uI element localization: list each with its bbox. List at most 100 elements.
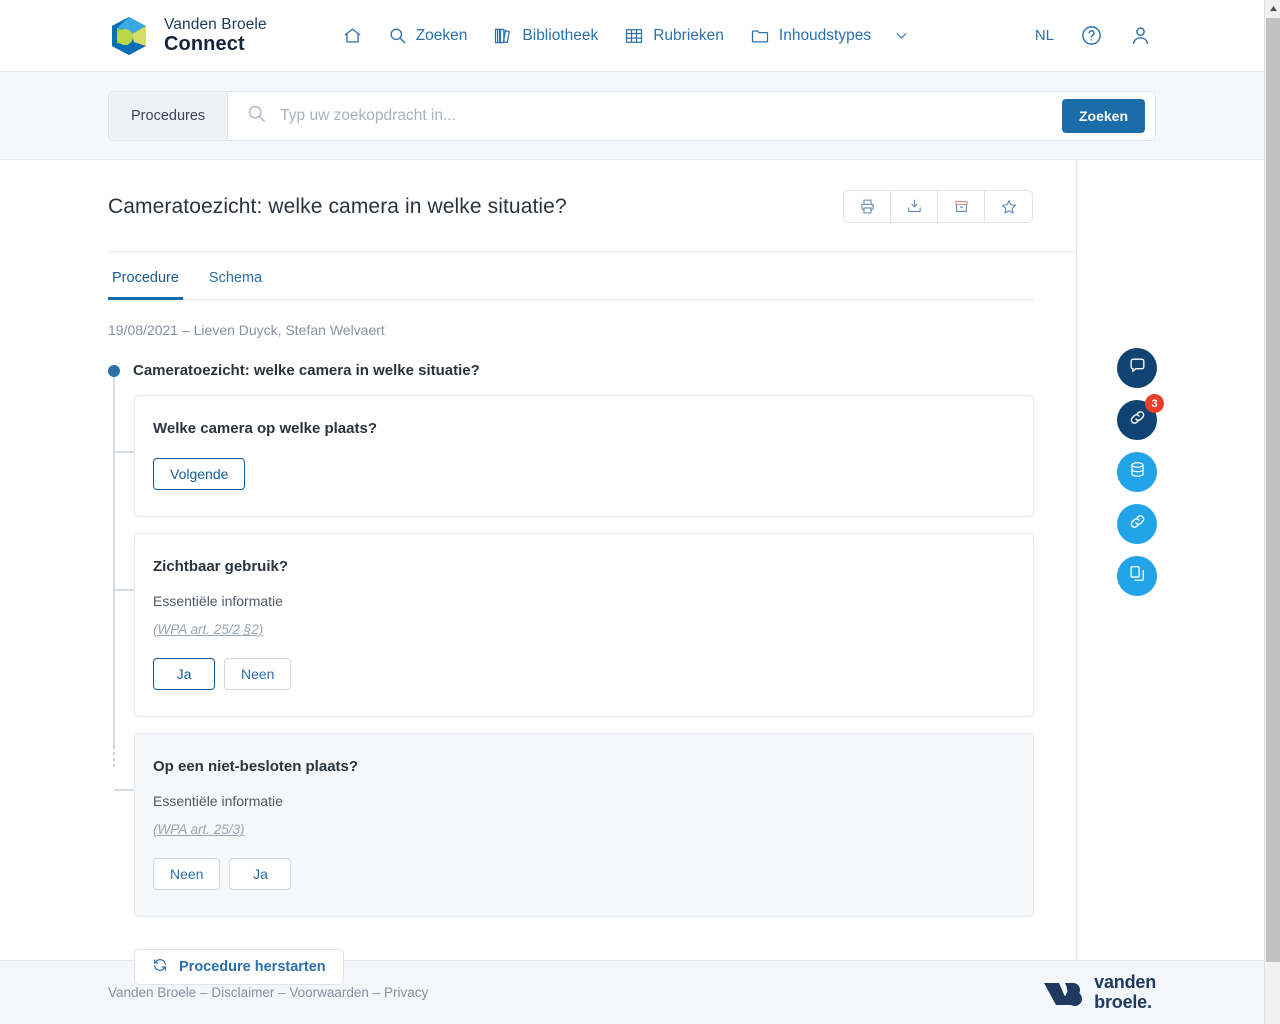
footer-logo-line2: broele.: [1094, 991, 1152, 1012]
option-button-neen[interactable]: Neen: [153, 858, 221, 890]
procedure-card: Op een niet-besloten plaats? Essentiële …: [134, 733, 1034, 917]
vb-polygon-logo: [112, 16, 146, 55]
timeline-root-label: Cameratoezicht: welke camera in welke si…: [133, 362, 480, 379]
restart-procedure-button[interactable]: Procedure herstarten: [134, 949, 344, 985]
footer-sep-3: –: [368, 985, 384, 1000]
timeline-spine-dotted: [113, 746, 115, 770]
main-content-column: Cameratoezicht: welke camera in welke si…: [0, 160, 1077, 985]
refresh-icon: [152, 957, 168, 977]
right-sidebar-rail: 3: [1077, 160, 1263, 960]
option-button-neen[interactable]: Neen: [224, 658, 292, 690]
page: Vanden Broele Connect Zoeken Bibliotheek…: [0, 0, 1264, 1024]
search-field-wrap: [228, 92, 1062, 140]
footer-link-vanden-broele[interactable]: Vanden Broele: [108, 985, 196, 1000]
nav-label-rubrieken: Rubrieken: [653, 26, 724, 44]
search-input[interactable]: [280, 106, 1044, 125]
option-button-ja[interactable]: Ja: [229, 858, 292, 890]
nav-item-zoeken[interactable]: Zoeken: [375, 18, 481, 53]
viewport: Vanden Broele Connect Zoeken Bibliotheek…: [0, 0, 1280, 1024]
primary-nav: Zoeken Bibliotheek Rubrieken Inhoudstype…: [330, 18, 922, 54]
question-circle-icon[interactable]: [1080, 24, 1103, 47]
rail-button-comments[interactable]: [1117, 348, 1157, 388]
vb-monogram-icon: [1044, 982, 1083, 1006]
footer-link-voorwaarden[interactable]: Voorwaarden: [289, 985, 369, 1000]
nav-item-rubrieken[interactable]: Rubrieken: [611, 18, 737, 54]
nav-label-bibliotheek: Bibliotheek: [522, 26, 599, 44]
copy-documents-icon: [1128, 564, 1147, 588]
download-button[interactable]: [891, 191, 938, 222]
language-switcher[interactable]: NL: [1035, 27, 1054, 44]
nav-label-zoeken: Zoeken: [415, 26, 468, 44]
procedure-question: Op een niet-besloten plaats?: [153, 758, 359, 775]
option-button[interactable]: Volgende: [153, 458, 246, 490]
footer-logo: vanden broele.: [1042, 973, 1156, 1011]
nav-right-group: NL: [1035, 24, 1152, 47]
procedure-card: Zichtbaar gebruik? Essentiële informatie…: [134, 533, 1034, 717]
link-icon: [1128, 512, 1147, 536]
restart-procedure-label: Procedure herstarten: [179, 959, 326, 975]
search-strip: Procedures Zoeken: [0, 72, 1264, 160]
footer-links: Vanden Broele – Disclaimer – Voorwaarden…: [108, 985, 428, 1000]
search-box: Procedures Zoeken: [108, 90, 1156, 141]
footer-link-privacy[interactable]: Privacy: [384, 985, 428, 1000]
scrollbar-thumb[interactable]: [1266, 18, 1280, 962]
search-icon: [246, 103, 267, 129]
grid-icon: [624, 26, 644, 46]
user-icon[interactable]: [1129, 24, 1152, 47]
timeline-spine: [113, 374, 115, 746]
tab-procedure[interactable]: Procedure: [108, 270, 183, 300]
timeline-root-dot: [108, 364, 120, 377]
search-scope-chip[interactable]: Procedures: [109, 91, 229, 140]
footer-sep-2: –: [274, 985, 290, 1000]
folder-icon: [750, 26, 770, 46]
timeline-step: Welke camera op welke plaats? Volgende: [108, 395, 1034, 517]
nav-item-bibliotheek[interactable]: Bibliotheek: [480, 18, 611, 54]
search-submit-button[interactable]: Zoeken: [1061, 98, 1145, 133]
page-title: Cameratoezicht: welke camera in welke si…: [108, 194, 567, 218]
brand-text: Vanden Broele Connect: [164, 16, 267, 56]
footer-link-disclaimer[interactable]: Disclaimer: [211, 985, 274, 1000]
brand-logo-link[interactable]: Vanden Broele Connect: [108, 15, 267, 57]
option-button-ja[interactable]: Ja: [153, 658, 215, 690]
document-header: Cameratoezicht: welke camera in welke si…: [108, 160, 1076, 252]
timeline-root: Cameratoezicht: welke camera in welke si…: [108, 362, 1034, 379]
procedure-question: Welke camera op welke plaats?: [153, 420, 377, 437]
chevron-down-icon[interactable]: [894, 28, 909, 43]
body-wrapper: Cameratoezicht: welke camera in welke si…: [0, 160, 1264, 985]
procedure-subtitle: Essentiële informatie: [153, 793, 283, 809]
home-icon: [343, 26, 362, 45]
books-icon: [493, 26, 513, 46]
procedure-options: Ja Neen: [153, 658, 1009, 690]
scrollbar-up-arrow[interactable]: [1265, 0, 1280, 17]
footer-logo-text: vanden broele.: [1094, 973, 1156, 1011]
procedure-timeline: Cameratoezicht: welke camera in welke si…: [108, 362, 1034, 985]
procedure-subtitle: Essentiële informatie: [153, 593, 283, 609]
rail-button-database[interactable]: [1117, 452, 1157, 492]
archive-button[interactable]: [938, 191, 985, 222]
nav-item-home[interactable]: [330, 18, 375, 53]
vertical-scrollbar[interactable]: [1264, 0, 1280, 1024]
procedure-question: Zichtbaar gebruik?: [153, 558, 289, 575]
procedure-legal-reference[interactable]: (WPA art. 25/2 §2): [153, 622, 1009, 637]
tab-schema[interactable]: Schema: [205, 270, 266, 300]
restart-row: Procedure herstarten: [108, 949, 1034, 985]
timeline-step: Zichtbaar gebruik? Essentiële informatie…: [108, 533, 1034, 717]
favorite-button[interactable]: [985, 191, 1032, 222]
footer-sep-1: –: [196, 985, 212, 1000]
procedure-legal-reference[interactable]: (WPA art. 25/3): [153, 822, 1009, 837]
timeline-step: Op een niet-besloten plaats? Essentiële …: [108, 733, 1034, 917]
rail-button-links[interactable]: 3: [1117, 394, 1164, 440]
chat-bubble-icon: [1128, 356, 1147, 380]
document-tabs: Procedure Schema: [108, 252, 1034, 300]
nav-item-inhoudstypes[interactable]: Inhoudstypes: [737, 18, 922, 54]
nav-label-inhoudstypes: Inhoudstypes: [778, 26, 872, 44]
rail-badge-count: 3: [1145, 394, 1164, 413]
procedure-card: Welke camera op welke plaats? Volgende: [134, 395, 1034, 517]
print-button[interactable]: [844, 191, 891, 222]
brand-line-1: Vanden Broele: [164, 15, 267, 33]
rail-button-documents[interactable]: [1117, 556, 1157, 596]
top-navigation-bar: Vanden Broele Connect Zoeken Bibliotheek…: [0, 0, 1264, 72]
search-icon: [388, 26, 407, 45]
link-icon: [1128, 408, 1147, 432]
rail-button-related-links[interactable]: [1117, 504, 1157, 544]
